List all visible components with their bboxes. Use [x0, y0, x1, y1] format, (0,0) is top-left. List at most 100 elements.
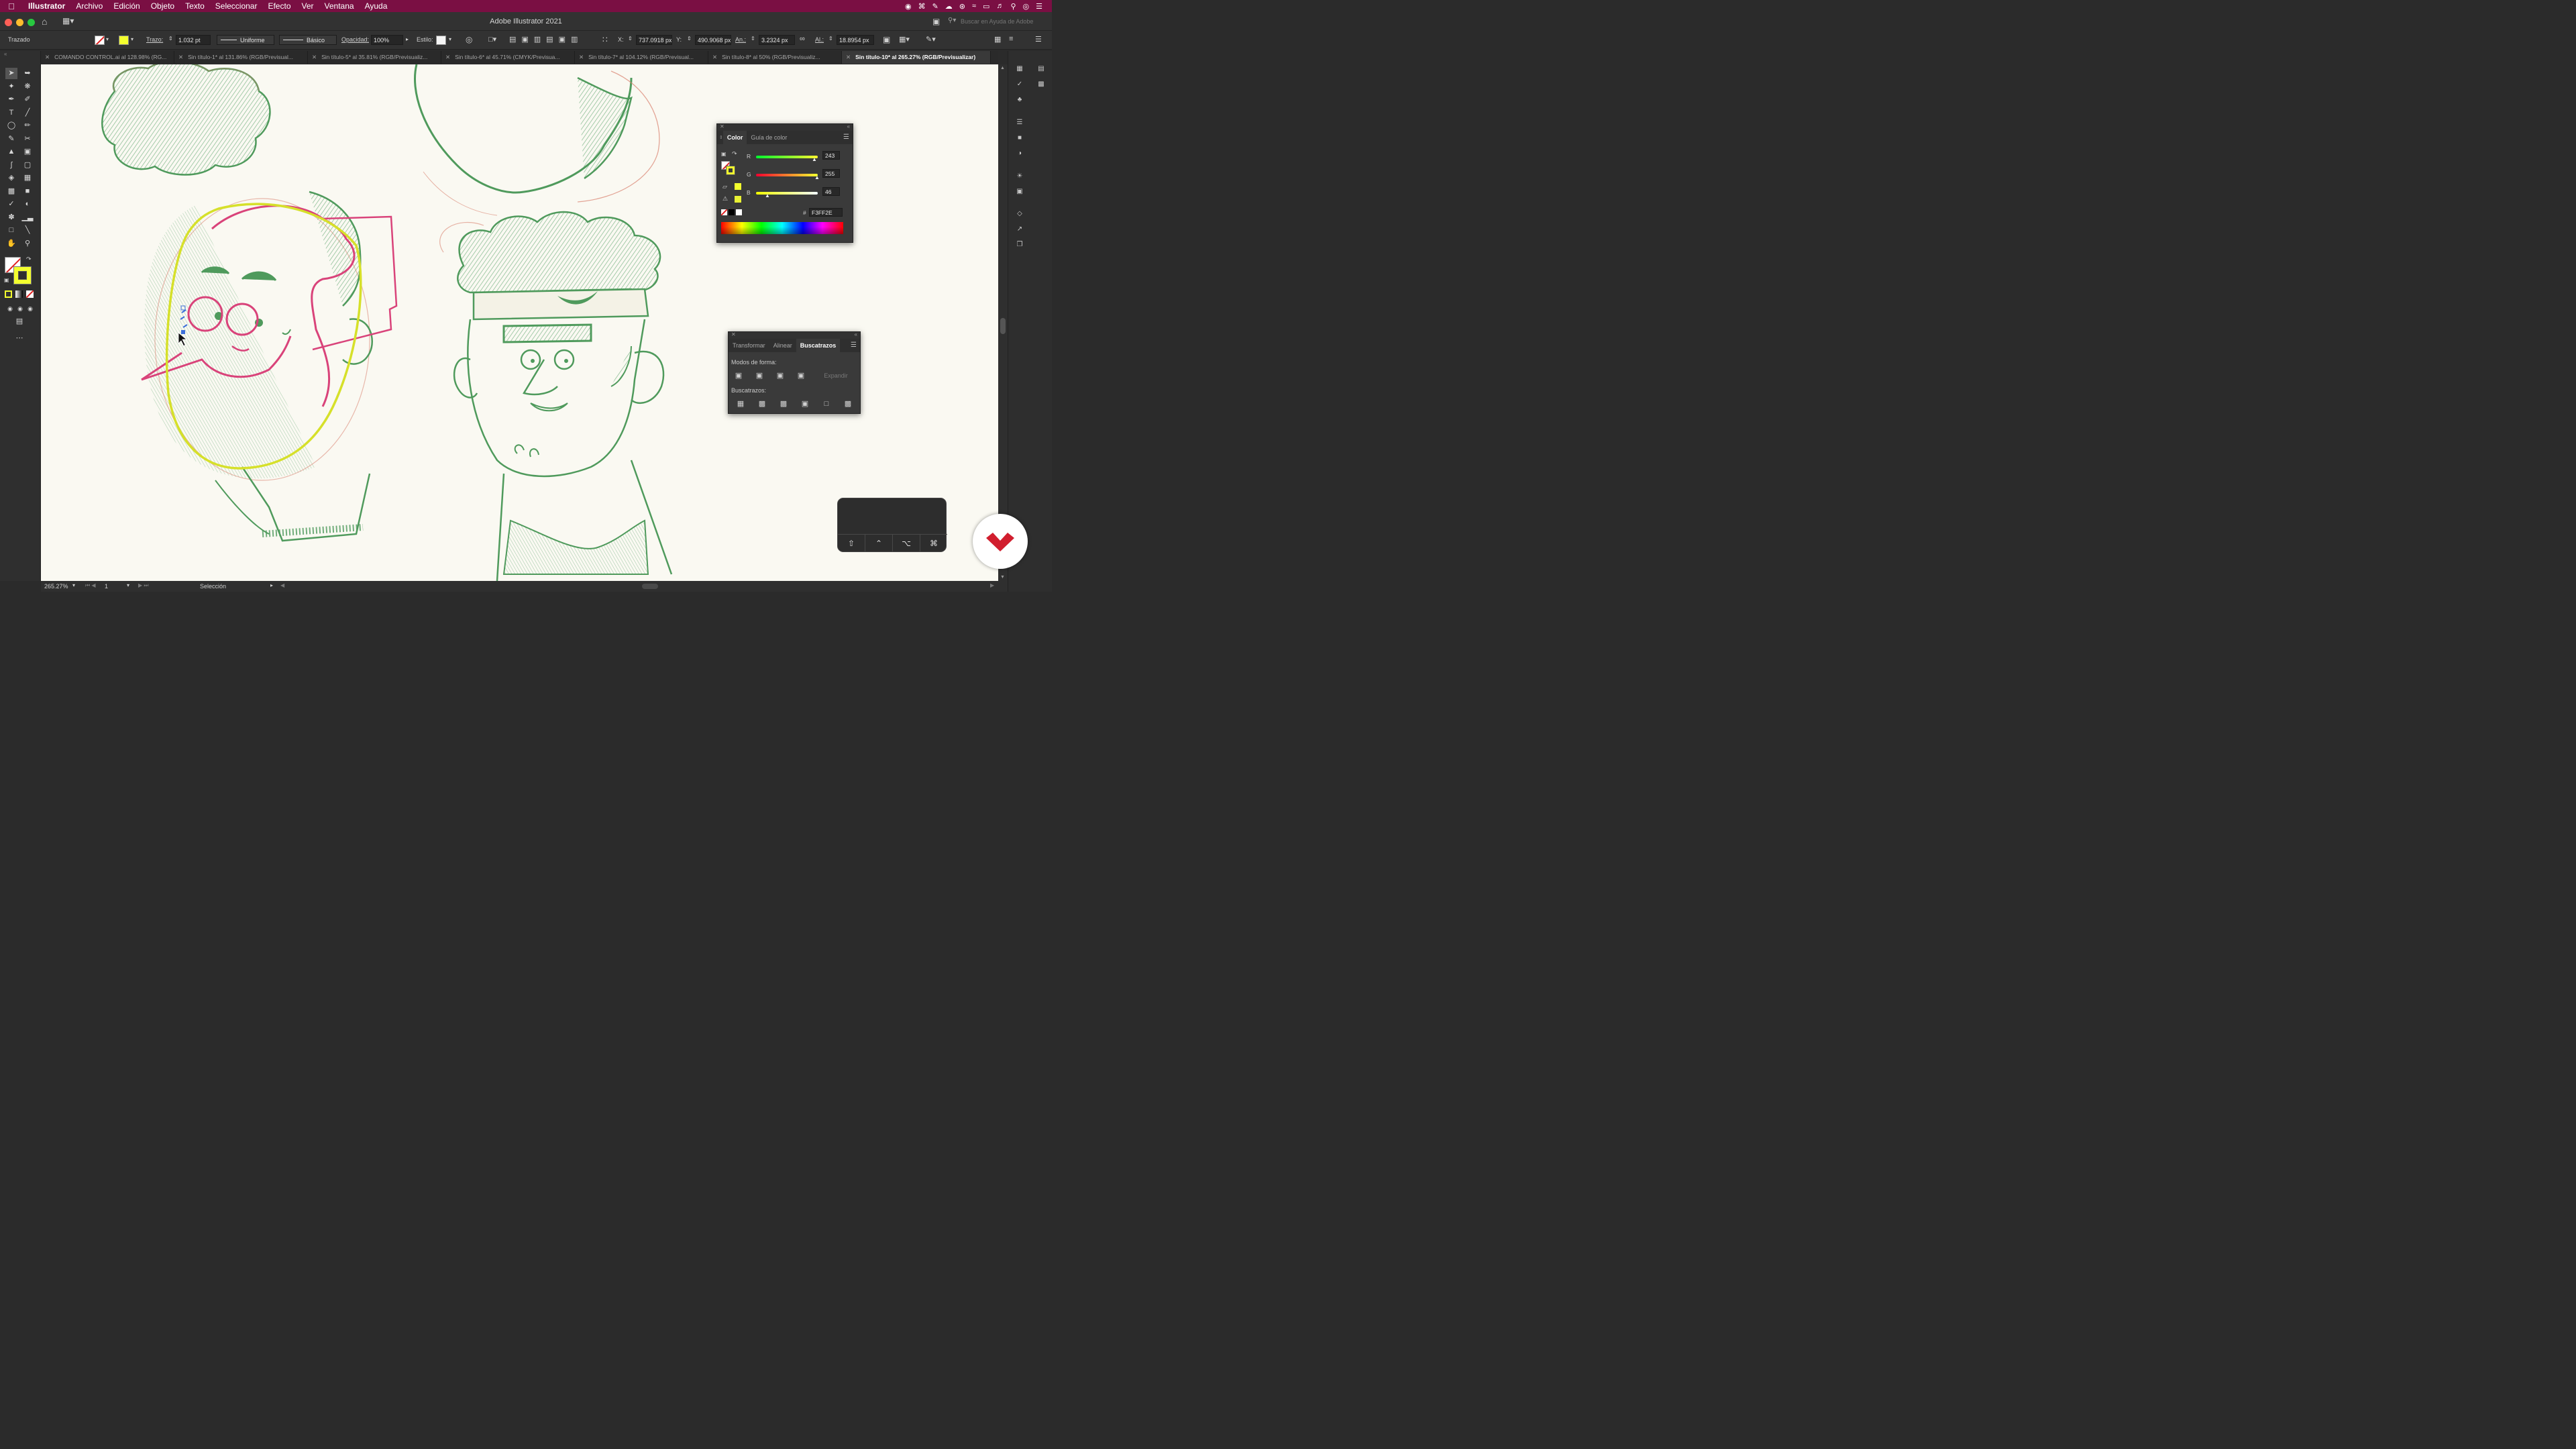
vertical-scrollbar[interactable]: ▲ ▼	[998, 64, 1008, 581]
r-slider-thumb[interactable]: ▲	[812, 156, 817, 162]
g-slider[interactable]	[756, 174, 818, 176]
appearance-panel-icon[interactable]: ☀	[1014, 172, 1025, 181]
menu-objeto[interactable]: Objeto	[146, 1, 180, 11]
scroll-down-icon[interactable]: ▼	[1000, 575, 1005, 580]
magic-wand-tool-icon[interactable]: ✦	[5, 81, 17, 93]
panel-menu-icon[interactable]: ☰	[843, 133, 849, 141]
control-panel-menu-icon[interactable]: ≡	[1009, 35, 1013, 43]
color-mode-button[interactable]	[5, 290, 12, 298]
close-panel-icon[interactable]: ✕	[731, 331, 736, 337]
color-spectrum-bar[interactable]	[721, 222, 843, 234]
scroll-up-icon[interactable]: ▲	[1000, 66, 1005, 70]
stroke-color-swatch[interactable]	[119, 36, 129, 45]
paintbrush-tool-icon[interactable]: ✏	[21, 120, 34, 131]
ellipse-tool-icon[interactable]: ◯	[5, 120, 17, 131]
select-similar-icon[interactable]: ✎▾	[926, 35, 936, 44]
out-of-web-color-icon[interactable]: ▱	[722, 183, 727, 191]
y-stepper-icon[interactable]: ⇕	[687, 36, 692, 42]
control-center-icon[interactable]: ☰	[1036, 2, 1042, 11]
gradient-tool-icon[interactable]: ■	[21, 186, 34, 197]
b-value-field[interactable]: 46	[822, 187, 840, 196]
record-icon[interactable]: ◉	[905, 2, 912, 11]
volume-icon[interactable]: ♬	[996, 2, 1004, 10]
spotlight-search-icon[interactable]: ⚲	[1010, 2, 1016, 11]
apple-icon[interactable]: 	[0, 1, 23, 11]
close-tab-icon[interactable]: ✕	[712, 54, 717, 60]
command-icon[interactable]: ⌘	[918, 2, 926, 11]
in-gamut-swatch[interactable]	[735, 196, 741, 203]
height-field[interactable]: 18.8954 px	[837, 35, 874, 45]
status-menu-icon[interactable]: ▸	[270, 582, 273, 588]
transparency-panel-icon[interactable]: ◑	[1014, 149, 1025, 158]
swap-fill-stroke-icon[interactable]: ↷	[26, 256, 32, 263]
stroke-dropdown-icon[interactable]: ▾	[131, 36, 133, 42]
height-label[interactable]: Al.:	[815, 36, 824, 43]
help-search-input[interactable]	[961, 16, 1046, 26]
vertical-scroll-thumb[interactable]	[1000, 318, 1006, 334]
opacity-field[interactable]: 100%	[371, 35, 403, 45]
align-to-icon[interactable]: □▾	[488, 35, 496, 44]
close-tab-icon[interactable]: ✕	[445, 54, 450, 60]
panel-stroke-swatch[interactable]	[726, 166, 735, 175]
panel-menu-icon[interactable]: ☰	[851, 341, 857, 349]
cloud-icon[interactable]: ☁	[945, 2, 953, 11]
white-color-button[interactable]	[736, 209, 742, 215]
document-tab-active[interactable]: ✕ Sin título-10* al 265.27% (RGB/Previsua…	[842, 51, 991, 64]
color-panel-header[interactable]: ✕ «	[717, 123, 853, 131]
screen-mode-icon[interactable]: ▤	[13, 316, 25, 327]
eyedropper-tool-icon[interactable]: ✓	[5, 199, 17, 210]
minus-back-icon[interactable]: ▩	[843, 399, 853, 409]
tab-align[interactable]: Alinear	[769, 339, 796, 352]
edit-toolbar-icon[interactable]: ⋯	[13, 333, 25, 344]
unite-icon[interactable]: ▣	[734, 371, 743, 380]
perspective-grid-tool-icon[interactable]: ▦	[21, 172, 34, 184]
fill-none-swatch[interactable]	[95, 36, 105, 45]
style-dropdown-icon[interactable]: ▾	[449, 36, 451, 42]
tab-transform[interactable]: Transformar	[729, 339, 769, 352]
none-mode-button[interactable]	[26, 290, 34, 298]
collapse-panel-icon[interactable]: «	[855, 331, 857, 337]
merge-icon[interactable]: ▩	[779, 399, 788, 409]
zoom-dropdown-icon[interactable]: ▾	[72, 582, 75, 588]
black-color-button[interactable]	[729, 209, 735, 215]
document-tab[interactable]: ✕ COMANDO CONTROL.ai al 128.98% (RG...	[41, 51, 174, 64]
align-buttons-icon[interactable]: ▤▣▥▤▣▥	[509, 35, 583, 44]
artboards-panel-icon[interactable]: ❐	[1014, 240, 1025, 250]
crop-icon[interactable]: ▣	[800, 399, 810, 409]
menu-ver[interactable]: Ver	[297, 1, 319, 11]
panel-menu-icon[interactable]: ☰	[1035, 35, 1042, 44]
wifi-icon[interactable]: ≈	[972, 2, 976, 10]
b-slider-thumb[interactable]: ▲	[765, 193, 770, 199]
intersect-icon[interactable]: ▣	[775, 371, 785, 380]
scroll-right-icon[interactable]: ▶	[990, 582, 994, 588]
x-stepper-icon[interactable]: ⇕	[628, 36, 633, 42]
menu-seleccionar[interactable]: Seleccionar	[210, 1, 263, 11]
pathfinder-panel-header[interactable]: ✕ «	[729, 331, 860, 339]
export-panel-icon[interactable]: ↗	[1014, 225, 1025, 234]
r-slider[interactable]	[756, 156, 818, 158]
artboard-number[interactable]: 1	[105, 583, 108, 590]
hex-value-field[interactable]: F3FF2E	[809, 208, 843, 217]
siri-icon[interactable]: ◎	[1023, 2, 1030, 11]
out-of-gamut-warning-icon[interactable]: ⚠	[722, 195, 728, 203]
width-label[interactable]: An.:	[735, 36, 746, 43]
scissors-tool-icon[interactable]: ✂	[21, 133, 34, 145]
brushes-panel-icon[interactable]: ✓	[1014, 80, 1025, 89]
scale-tool-icon[interactable]: ▣	[21, 146, 34, 158]
trim-icon[interactable]: ▩	[757, 399, 767, 409]
menu-app-name[interactable]: Illustrator	[23, 1, 70, 11]
horizontal-scroll-thumb[interactable]	[642, 584, 658, 589]
close-tab-icon[interactable]: ✕	[312, 54, 317, 60]
mesh-tool-icon[interactable]: ▩	[5, 186, 17, 197]
selection-tool-icon[interactable]: ➤	[5, 68, 17, 79]
libraries-panel-icon[interactable]: ▤	[1036, 64, 1046, 74]
symbols-panel-icon[interactable]: ♣	[1014, 95, 1025, 105]
tab-pathfinder[interactable]: Buscatrazos	[796, 339, 841, 352]
layers-panel-icon[interactable]: ◇	[1014, 209, 1025, 219]
line-segment-tool-icon[interactable]: ╱	[21, 107, 34, 119]
transform-reference-icon[interactable]: ∷	[602, 35, 608, 44]
default-fill-stroke-icon[interactable]: ▣	[4, 277, 9, 283]
document-tab[interactable]: ✕ Sin título-6* al 45.71% (CMYK/Previsua.…	[441, 51, 575, 64]
variable-width-profile-dropdown[interactable]: Uniforme	[217, 35, 274, 45]
minus-front-icon[interactable]: ▣	[755, 371, 764, 380]
